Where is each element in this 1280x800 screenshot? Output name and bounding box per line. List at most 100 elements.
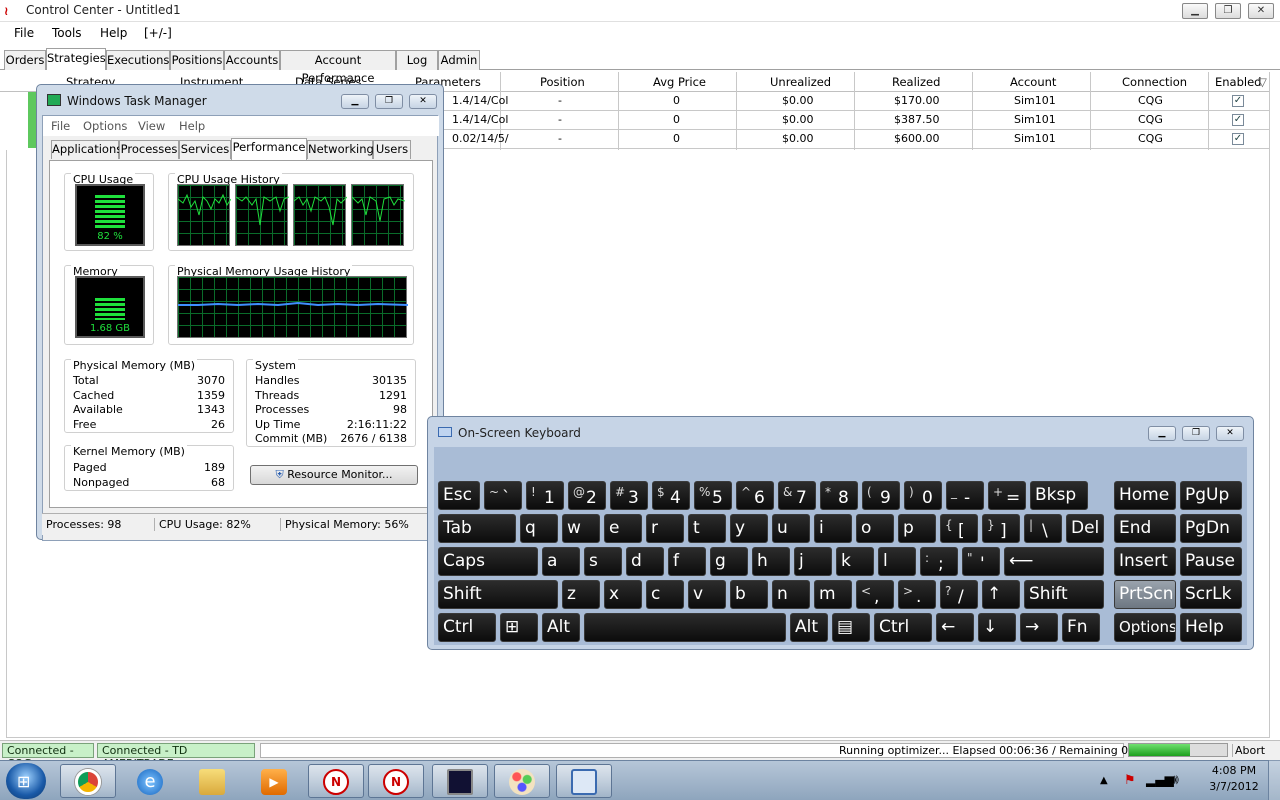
taskbar-clock[interactable]: 4:08 PM 3/7/2012: [1190, 764, 1278, 793]
key-alt[interactable]: Alt: [790, 613, 828, 642]
key-prtscn[interactable]: PrtScn: [1114, 580, 1176, 609]
key-end[interactable]: End: [1114, 514, 1176, 543]
key-*-8[interactable]: * 8: [820, 481, 858, 510]
menu-file[interactable]: File: [14, 26, 34, 40]
key-p[interactable]: p: [898, 514, 936, 543]
menu-help[interactable]: Help: [179, 119, 205, 133]
tab-positions[interactable]: Positions: [170, 50, 224, 70]
key->-.[interactable]: >.: [898, 580, 936, 609]
tab-performance[interactable]: Performance: [231, 138, 307, 160]
taskbar-paint[interactable]: [494, 764, 550, 798]
key-ctrl[interactable]: Ctrl: [438, 613, 496, 642]
key-?-/[interactable]: ? /: [940, 580, 978, 609]
key-▤[interactable]: ▤: [832, 613, 870, 642]
taskbar-chrome[interactable]: [60, 764, 116, 798]
key-+-=[interactable]: + =: [988, 481, 1026, 510]
key-shift[interactable]: Shift: [438, 580, 558, 609]
key-&-7[interactable]: & 7: [778, 481, 816, 510]
key-"-'[interactable]: " ': [962, 547, 1000, 576]
key-←[interactable]: ←: [936, 613, 974, 642]
key-k[interactable]: k: [836, 547, 874, 576]
key-%-5[interactable]: % 5: [694, 481, 732, 510]
key-v[interactable]: v: [688, 580, 726, 609]
key-shift[interactable]: Shift: [1024, 580, 1104, 609]
key-c[interactable]: c: [646, 580, 684, 609]
key-(-9[interactable]: (9: [862, 481, 900, 510]
key-f[interactable]: f: [668, 547, 706, 576]
taskbar-media-player[interactable]: ▶: [246, 764, 302, 798]
tab-applications[interactable]: Applications: [51, 140, 122, 159]
key-options[interactable]: Options: [1114, 613, 1176, 642]
minimize-button[interactable]: ▁: [1182, 3, 1208, 19]
col-connection[interactable]: Connection: [1122, 75, 1187, 89]
menu-help[interactable]: Help: [100, 26, 127, 40]
tab-account-performance[interactable]: Account Performance: [280, 50, 396, 85]
close-button[interactable]: ✕: [1216, 426, 1244, 441]
enabled-checkbox[interactable]: ✓: [1232, 95, 1244, 107]
key-d[interactable]: d: [626, 547, 664, 576]
show-hidden-icons[interactable]: ▲: [1100, 775, 1108, 786]
menu-tools[interactable]: Tools: [52, 26, 82, 40]
key-alt[interactable]: Alt: [542, 613, 580, 642]
enabled-checkbox[interactable]: ✓: [1232, 133, 1244, 145]
tab-accounts[interactable]: Accounts: [224, 50, 280, 70]
key-<-,[interactable]: <,: [856, 580, 894, 609]
key-esc[interactable]: Esc: [438, 481, 480, 510]
taskbar-ninjatrader[interactable]: N: [308, 764, 364, 798]
key-pgdn[interactable]: PgDn: [1180, 514, 1242, 543]
key-y[interactable]: y: [730, 514, 768, 543]
key-^-6[interactable]: ^ 6: [736, 481, 774, 510]
key-help[interactable]: Help: [1180, 613, 1242, 642]
key-pgup[interactable]: PgUp: [1180, 481, 1242, 510]
key-↓[interactable]: ↓: [978, 613, 1016, 642]
key-q[interactable]: q: [520, 514, 558, 543]
key-insert[interactable]: Insert: [1114, 547, 1176, 576]
key-o[interactable]: o: [856, 514, 894, 543]
key-_--[interactable]: _ -: [946, 481, 984, 510]
key-g[interactable]: g: [710, 547, 748, 576]
key-⟵[interactable]: ⟵: [1004, 547, 1104, 576]
key-space[interactable]: [584, 613, 786, 642]
key-t[interactable]: t: [688, 514, 726, 543]
tab-admin[interactable]: Admin: [438, 50, 480, 70]
key-r[interactable]: r: [646, 514, 684, 543]
key-!-1[interactable]: ! 1: [526, 481, 564, 510]
key-:-;[interactable]: :;: [920, 547, 958, 576]
tab-networking[interactable]: Networking: [307, 140, 374, 159]
col-position[interactable]: Position: [540, 75, 585, 89]
resource-monitor-button[interactable]: ⛨ Resource Monitor...: [250, 465, 418, 485]
show-desktop-button[interactable]: [1268, 760, 1280, 800]
minimize-button[interactable]: ▁: [341, 94, 369, 109]
taskbar-task-manager[interactable]: [432, 764, 488, 798]
key-{-[[interactable]: {[: [940, 514, 978, 543]
menu-file[interactable]: File: [51, 119, 70, 133]
key-l[interactable]: l: [878, 547, 916, 576]
tab-executions[interactable]: Executions: [106, 50, 170, 70]
tab-orders[interactable]: Orders: [4, 50, 46, 70]
key-→[interactable]: →: [1020, 613, 1058, 642]
menu-options[interactable]: Options: [83, 119, 127, 133]
col-enabled[interactable]: Enabled: [1215, 75, 1261, 89]
menu-toggle[interactable]: [+/-]: [144, 26, 172, 40]
restore-button[interactable]: ❐: [1215, 3, 1241, 19]
key-b[interactable]: b: [730, 580, 768, 609]
key-~-`[interactable]: ~ `: [484, 481, 522, 510]
key-home[interactable]: Home: [1114, 481, 1176, 510]
tab-processes[interactable]: Processes: [119, 140, 179, 159]
restore-button[interactable]: ❐: [1182, 426, 1210, 441]
taskbar-ninjatrader[interactable]: N: [368, 764, 424, 798]
key-|-\[interactable]: | \: [1024, 514, 1062, 543]
key-w[interactable]: w: [562, 514, 600, 543]
key-z[interactable]: z: [562, 580, 600, 609]
key-m[interactable]: m: [814, 580, 852, 609]
key-⊞[interactable]: ⊞: [500, 613, 538, 642]
key-del[interactable]: Del: [1066, 514, 1104, 543]
enabled-checkbox[interactable]: ✓: [1232, 114, 1244, 126]
table-row[interactable]: 1.4/14/Col - 0 $0.00 $387.50 Sim101 CQG …: [440, 111, 1270, 130]
tab-users[interactable]: Users: [373, 140, 411, 159]
col-unrealized[interactable]: Unrealized: [770, 75, 831, 89]
key-i[interactable]: i: [814, 514, 852, 543]
key-bksp[interactable]: Bksp: [1030, 481, 1088, 510]
table-row[interactable]: 1.4/14/Col - 0 $0.00 $170.00 Sim101 CQG …: [440, 92, 1270, 111]
tab-strategies[interactable]: Strategies: [46, 48, 106, 70]
